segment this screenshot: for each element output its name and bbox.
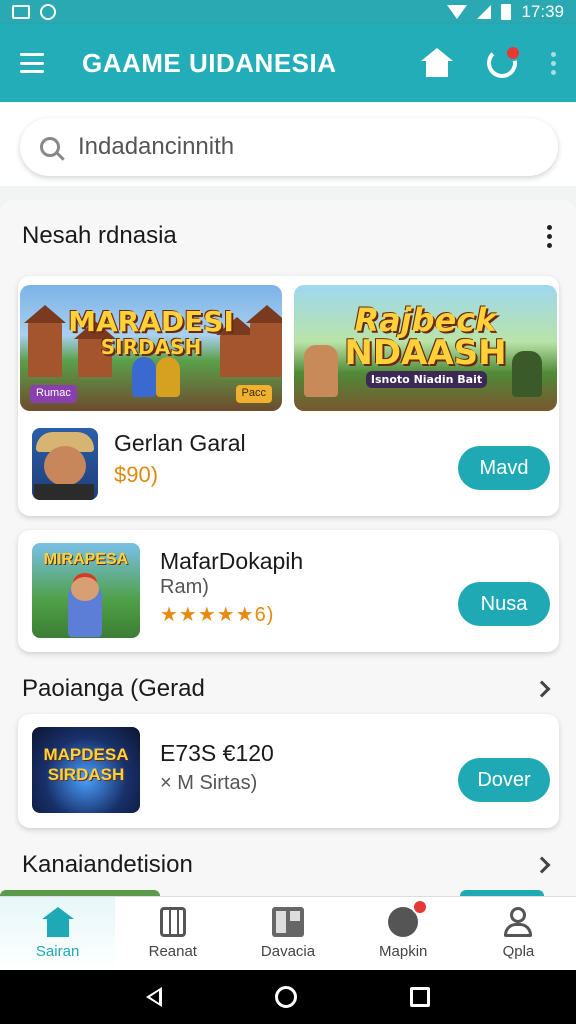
search-icon: [40, 137, 60, 157]
banner-title: MARADESI: [68, 305, 234, 338]
home-icon[interactable]: [421, 48, 453, 78]
game-name: MafarDokapih: [160, 548, 304, 574]
nav-item-grid[interactable]: Davacia: [230, 897, 345, 970]
game-action-button[interactable]: Nusa: [458, 582, 550, 626]
nav-label: Qpla: [502, 943, 535, 960]
offer-name: E73S €120: [160, 740, 274, 766]
banner-subtitle: SIRDASH: [100, 335, 202, 359]
section-header-second[interactable]: Paoianga (Gerad: [22, 674, 552, 704]
section-header-featured: Nesah rdnasia: [22, 220, 552, 252]
nav-item-home[interactable]: Sairan: [0, 897, 116, 970]
section-header-third[interactable]: Kanaiandetision: [22, 850, 552, 880]
menu-icon[interactable]: [20, 53, 44, 73]
section-title: Kanaiandetision: [22, 851, 193, 878]
rating-stars: ★★★★★6): [160, 604, 275, 626]
notification-badge: [505, 45, 521, 61]
character-figure: [132, 357, 156, 397]
section-more-icon[interactable]: [547, 224, 552, 248]
search-input[interactable]: [78, 133, 518, 161]
thumbnail-title: MIRAPESA: [43, 551, 129, 568]
nav-item-chat[interactable]: Mapkin: [346, 897, 461, 970]
nav-item-store[interactable]: Reanat: [115, 897, 230, 970]
app-icon[interactable]: [32, 428, 98, 500]
chat-icon: [388, 899, 429, 937]
character-figure: [512, 351, 542, 397]
battery-icon: [501, 4, 512, 20]
back-icon[interactable]: [146, 987, 163, 1007]
nav-label: Sairan: [35, 943, 80, 960]
character-figure: [156, 357, 180, 397]
section-title: Nesah rdnasia: [22, 222, 177, 249]
refresh-icon[interactable]: [487, 45, 521, 78]
offer-action-button[interactable]: Dover: [458, 758, 550, 802]
notification-badge: [412, 899, 429, 915]
chevron-right-icon[interactable]: [533, 856, 551, 874]
nav-label: Mapkin: [379, 943, 428, 960]
signal-icon: [477, 5, 492, 19]
search-area: [0, 102, 576, 186]
home-circle-icon[interactable]: [274, 986, 297, 1008]
featured-action-button[interactable]: Mavd: [458, 446, 550, 490]
offer-subtitle: × M Sirtas): [160, 772, 258, 794]
banner-chip-right: Pacc: [235, 385, 272, 403]
banner-caption: Isnoto Niadin Bait: [366, 371, 487, 388]
status-bar: 17:39: [0, 0, 576, 24]
recent-apps-icon[interactable]: [409, 987, 430, 1007]
user-icon: [502, 907, 534, 937]
section-title: Paoianga (Gerad: [22, 675, 205, 702]
wifi-icon: [447, 5, 468, 19]
alarm-icon: [40, 4, 56, 20]
banner-chip-left: Rumac: [30, 385, 77, 403]
home-icon: [41, 907, 74, 937]
bottom-navigation: Sairan Reanat Davacia Mapkin Qpla: [0, 896, 576, 970]
store-icon: [159, 907, 186, 937]
grid-icon: [272, 907, 304, 937]
nav-item-profile[interactable]: Qpla: [461, 897, 576, 970]
gallery-icon: [12, 5, 30, 19]
banner-image-2[interactable]: Rajbeck NDAASH Isnoto Niadin Bait: [294, 285, 557, 411]
thumbnail-title: MAPDESA SIRDASH: [43, 745, 129, 784]
chevron-right-icon[interactable]: [533, 680, 551, 698]
search-bar[interactable]: [20, 118, 558, 176]
app-title: GAAME UIDANESIA: [82, 47, 337, 78]
nav-label: Davacia: [260, 943, 316, 960]
banner-image-1[interactable]: MARADESI SIRDASH Rumac Pacc: [20, 285, 282, 411]
app-price: $90): [114, 462, 159, 487]
game-subtitle: Ram): [160, 576, 209, 598]
system-navigation-bar: [0, 970, 576, 1024]
app-name: Gerlan Garal: [114, 430, 246, 456]
character-figure: [304, 345, 338, 397]
more-options-icon[interactable]: [551, 51, 556, 75]
nav-label: Reanat: [148, 943, 197, 960]
app-bar: GAAME UIDANESIA: [0, 24, 576, 102]
game-thumbnail[interactable]: MIRAPESA: [32, 543, 140, 638]
offer-thumbnail[interactable]: MAPDESA SIRDASH: [32, 727, 140, 813]
status-time: 17:39: [521, 2, 564, 21]
